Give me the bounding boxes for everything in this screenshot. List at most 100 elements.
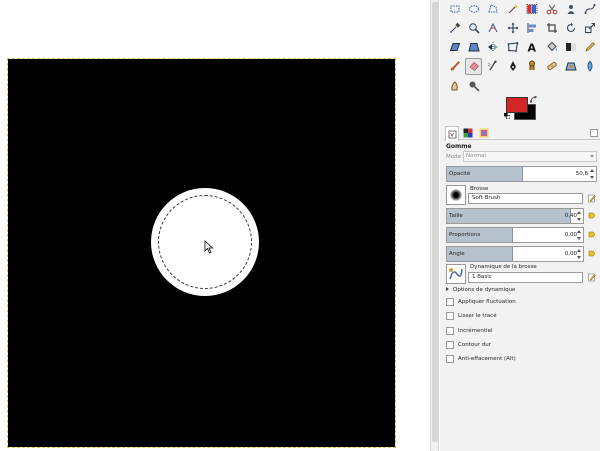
eraser-icon	[469, 62, 479, 72]
tab-menu-button[interactable]	[590, 129, 598, 137]
mode-select[interactable]: Normal	[463, 151, 597, 162]
smudge-icon	[450, 81, 458, 91]
dynamics-options-expander[interactable]: Options de dynamique	[446, 287, 515, 293]
text-tool-button[interactable]: A	[524, 39, 541, 56]
brush-preview[interactable]	[446, 185, 466, 205]
reset-size-icon[interactable]	[588, 211, 596, 220]
checkbox[interactable]	[446, 355, 454, 363]
airbrush-tool-button[interactable]	[485, 58, 502, 75]
fuzzy-select-tool-button[interactable]	[504, 0, 521, 17]
device-status-icon	[463, 128, 473, 138]
scissors-tool-button[interactable]	[543, 0, 560, 17]
heal-icon	[546, 62, 557, 71]
swap-colors-icon[interactable]	[530, 96, 538, 104]
mode-label: Mode :	[446, 154, 465, 160]
gradient-tool-button[interactable]	[562, 39, 579, 56]
scale-icon	[585, 22, 596, 33]
crop-tool-button[interactable]	[543, 19, 560, 36]
move-tool-button[interactable]	[504, 19, 521, 36]
dock-tabs	[444, 126, 600, 141]
scrollbar-thumb[interactable]	[432, 2, 438, 442]
shear-icon	[449, 43, 460, 52]
move-icon	[507, 22, 519, 34]
shear-tool-button[interactable]	[446, 39, 463, 56]
ink-tool-button[interactable]	[504, 58, 521, 75]
tab-tool-options[interactable]	[445, 126, 459, 141]
perspective-clone-tool-button[interactable]	[562, 58, 579, 75]
reset-proportions-icon[interactable]	[588, 230, 596, 239]
proportions-value: 0,00	[564, 232, 577, 238]
edit-brush-icon[interactable]	[588, 194, 596, 203]
foreground-select-tool-button[interactable]	[562, 0, 579, 17]
expander-arrow-icon	[446, 287, 449, 291]
foreground-color-swatch[interactable]	[506, 97, 528, 113]
opacity-label: Opacité	[449, 171, 471, 177]
checkbox[interactable]	[446, 327, 454, 335]
angle-label: Angle	[449, 251, 465, 257]
default-colors-icon[interactable]	[504, 113, 510, 119]
free-select-tool-button[interactable]	[485, 0, 502, 17]
color-select-tool-button[interactable]	[524, 0, 541, 17]
checkbox[interactable]	[446, 341, 454, 349]
zoom-tool-button[interactable]	[465, 19, 482, 36]
angle-stepper[interactable]	[577, 249, 582, 259]
paths-icon	[584, 3, 596, 14]
edit-dynamics-icon[interactable]	[588, 273, 596, 282]
crop-icon	[546, 22, 557, 33]
scale-tool-button[interactable]	[582, 19, 599, 36]
vertical-scrollbar[interactable]	[430, 0, 439, 451]
tab-device-status[interactable]	[461, 126, 475, 140]
checkbox[interactable]	[446, 312, 454, 320]
text-icon: A	[528, 42, 537, 54]
opacity-stepper[interactable]	[590, 169, 595, 179]
proportions-spin-scale[interactable]: Proportions 0,00	[446, 227, 584, 243]
checkbox-label: Contour dur	[458, 342, 491, 348]
size-label: Taille	[449, 213, 463, 219]
ellipse-select-icon	[468, 4, 479, 13]
brush-heading: Brosse	[470, 186, 489, 192]
brush-name-field[interactable]: Soft Brush	[468, 193, 583, 204]
color-picker-icon	[449, 22, 460, 33]
measure-icon	[488, 22, 498, 33]
size-stepper[interactable]	[577, 211, 582, 221]
dynamics-name-field[interactable]: 1 Basic	[468, 272, 583, 283]
bucket-fill-tool-button[interactable]	[543, 39, 560, 56]
pencil-icon	[585, 42, 596, 52]
heal-tool-button[interactable]	[543, 58, 560, 75]
bucket-fill-icon	[546, 41, 557, 52]
clone-tool-button[interactable]	[524, 58, 541, 75]
dynamics-preview[interactable]	[446, 264, 466, 284]
color-picker-tool-button[interactable]	[446, 19, 463, 36]
color-select-icon	[526, 3, 538, 14]
proportions-stepper[interactable]	[577, 230, 582, 240]
perspective-tool-button[interactable]	[465, 39, 482, 56]
opacity-spin-scale[interactable]: Opacité 50,8	[446, 166, 597, 182]
smudge-tool-button[interactable]	[446, 77, 463, 94]
checkbox[interactable]	[446, 298, 454, 306]
size-spin-scale[interactable]: Taille 0,40	[446, 208, 584, 224]
paths-tool-button[interactable]	[582, 0, 599, 17]
cage-tool-button[interactable]	[504, 39, 521, 56]
dynamics-options-label: Options de dynamique	[453, 287, 516, 293]
reset-angle-icon[interactable]	[588, 249, 596, 258]
dodge-burn-tool-button[interactable]	[465, 77, 482, 94]
image-canvas[interactable]	[7, 58, 396, 448]
ink-icon	[509, 61, 516, 72]
align-tool-button[interactable]	[524, 19, 541, 36]
canvas-area[interactable]	[0, 0, 430, 451]
flip-tool-button[interactable]	[485, 39, 502, 56]
pencil-tool-button[interactable]	[582, 39, 599, 56]
fg-bg-colors	[504, 96, 544, 124]
gradient-icon	[565, 43, 576, 52]
blur-tool-button[interactable]	[582, 58, 599, 75]
airbrush-icon	[488, 60, 497, 71]
eraser-tool-button[interactable]	[465, 57, 483, 75]
paintbrush-tool-button[interactable]	[446, 58, 463, 75]
ellipse-select-tool-button[interactable]	[465, 0, 482, 17]
tab-undo-history[interactable]	[477, 126, 491, 140]
rect-select-tool-button[interactable]	[446, 0, 463, 17]
angle-spin-scale[interactable]: Angle 0,00	[446, 246, 584, 262]
rotate-tool-button[interactable]	[562, 19, 579, 36]
right-dock: A Gomme Mode : Normal Opacité 50,8 Bross…	[440, 0, 600, 451]
measure-tool-button[interactable]	[485, 19, 502, 36]
